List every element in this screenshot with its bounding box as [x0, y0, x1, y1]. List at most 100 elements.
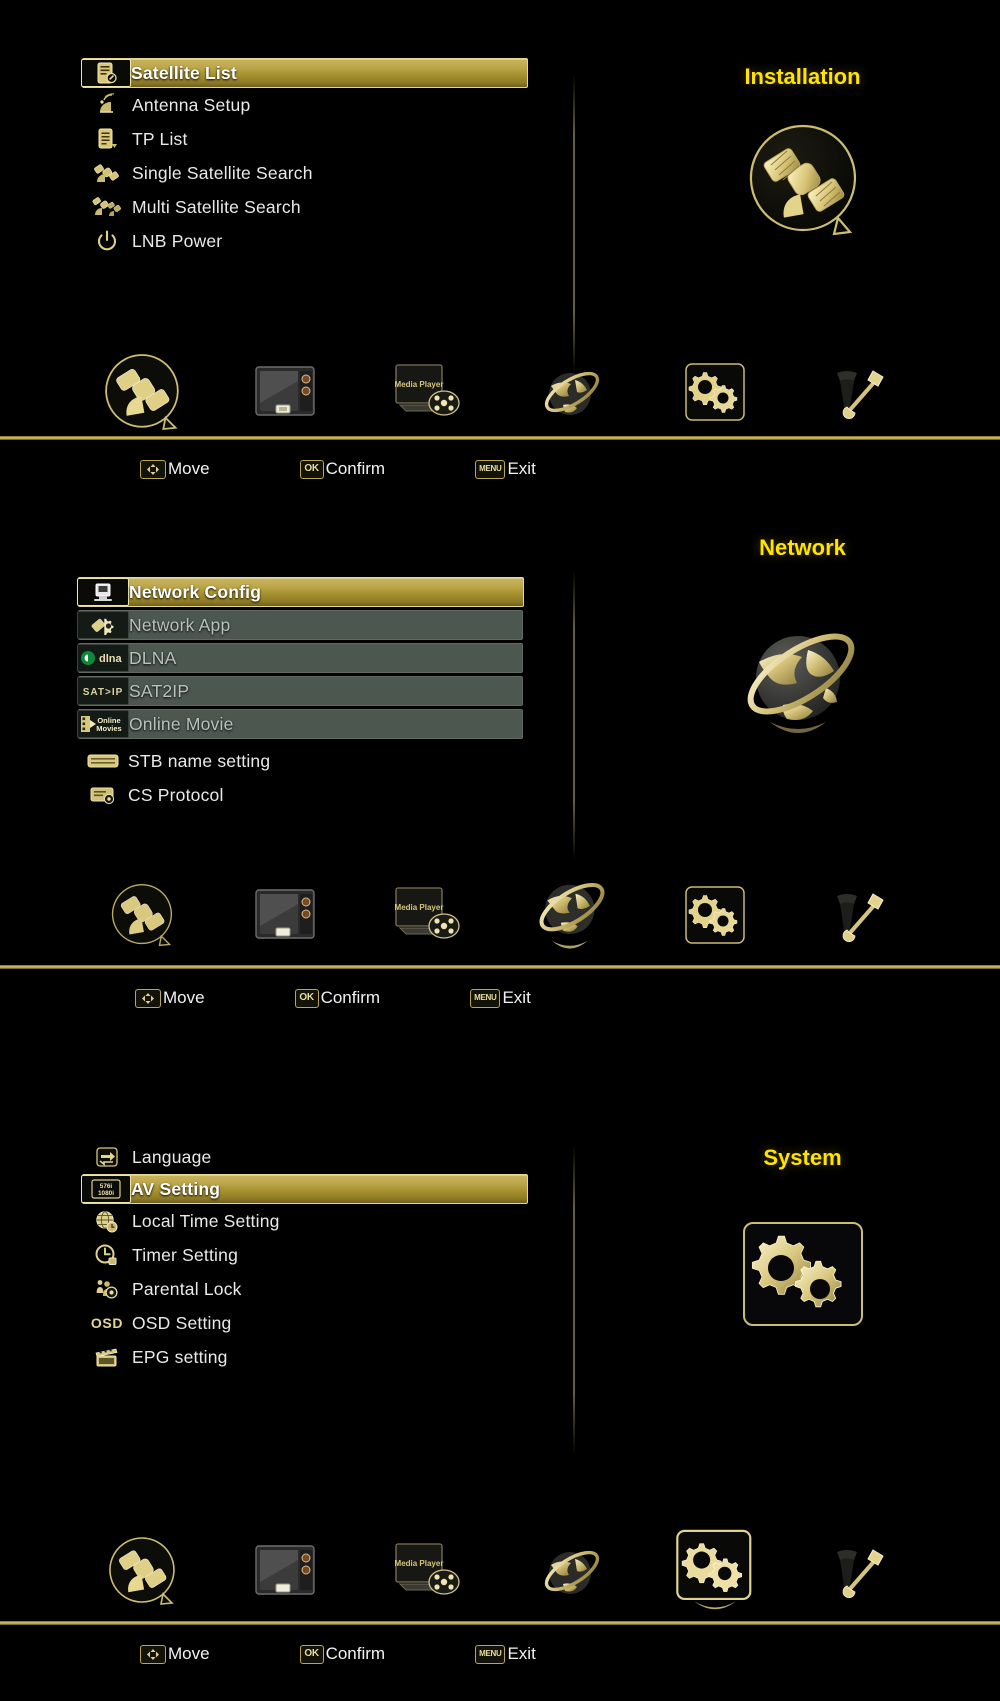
- svg-text:Media Player: Media Player: [395, 903, 444, 912]
- footer-hints: Move OK Confirm MENU Exit: [0, 1637, 1000, 1671]
- menu-item-label: Network App: [129, 614, 231, 635]
- menu-item-label: Multi Satellite Search: [132, 196, 301, 217]
- menu-item-local-time-setting[interactable]: Local Time Setting: [82, 1204, 527, 1238]
- menu-item-label: Parental Lock: [132, 1278, 242, 1299]
- bottom-toolbar: Media Player: [0, 348, 1000, 434]
- panel-divider: [573, 570, 575, 860]
- toolbar-item-media-player[interactable]: Media Player: [380, 873, 476, 957]
- toolbar-item-tools[interactable]: [810, 350, 906, 434]
- dpad-key-icon: [135, 988, 161, 1008]
- panel-title: Installation: [744, 64, 861, 89]
- menu-item-av-setting[interactable]: 576i 1080i AV Setting: [81, 1174, 528, 1204]
- hint-label: Exit: [507, 459, 536, 478]
- menu-item-multi-satellite-search[interactable]: Multi Satellite Search: [82, 190, 527, 224]
- menu-item-cs-protocol[interactable]: CS Protocol: [78, 778, 523, 812]
- menu-item-label: Online Movie: [129, 713, 234, 734]
- globe-orbit-icon: [605, 606, 1000, 741]
- menu-item-osd-setting[interactable]: OSD OSD Setting: [82, 1306, 527, 1340]
- local-time-icon: [82, 1208, 132, 1234]
- multi-satellite-icon: [82, 194, 132, 220]
- hint-exit[interactable]: MENU Exit: [475, 459, 536, 479]
- satellite-dish-icon: [605, 118, 1000, 248]
- footer-separator: [0, 436, 1000, 440]
- panel-title: Network: [759, 535, 846, 560]
- hint-move[interactable]: Move: [135, 988, 205, 1008]
- menu-item-parental-lock[interactable]: Parental Lock: [82, 1272, 527, 1306]
- menu-key-icon: MENU: [475, 1644, 506, 1664]
- toolbar-item-channel[interactable]: [237, 350, 333, 434]
- menu-item-stb-name-setting[interactable]: STB name setting: [78, 744, 523, 778]
- menu-item-network-config[interactable]: Network Config: [77, 577, 524, 607]
- ok-key-icon: OK: [294, 988, 319, 1008]
- menu-item-network-app[interactable]: Network App: [77, 610, 523, 640]
- installation-menu-list: Satellite List Antenna Setup TP List Sin…: [81, 58, 528, 258]
- toolbar-item-media-player[interactable]: Media Player: [380, 1529, 476, 1613]
- hint-move[interactable]: Move: [140, 459, 210, 479]
- footer-separator: [0, 965, 1000, 969]
- menu-item-tp-list[interactable]: TP List: [82, 122, 527, 156]
- menu-item-label: OSD Setting: [132, 1312, 232, 1333]
- menu-item-epg-setting[interactable]: EPG setting: [82, 1340, 527, 1374]
- ok-key-icon: OK: [299, 1644, 324, 1664]
- hint-move[interactable]: Move: [140, 1644, 210, 1664]
- menu-item-dlna[interactable]: dlna DLNA: [77, 643, 523, 673]
- hint-label: Move: [168, 459, 210, 478]
- toolbar-item-system[interactable]: [667, 873, 763, 957]
- toolbar-item-installation[interactable]: [94, 1529, 190, 1613]
- toolbar-item-installation[interactable]: [94, 873, 190, 957]
- sat2ip-icon: SAT>IP: [77, 677, 129, 705]
- menu-item-label: Language: [132, 1146, 212, 1167]
- single-satellite-icon: [82, 160, 132, 186]
- timer-icon: [82, 1242, 132, 1268]
- toolbar-item-tools[interactable]: [810, 1529, 906, 1613]
- menu-item-single-satellite-search[interactable]: Single Satellite Search: [82, 156, 527, 190]
- menu-item-online-movie[interactable]: Online Movies Online Movie: [77, 709, 523, 739]
- toolbar-item-network[interactable]: [524, 1529, 620, 1613]
- hint-confirm[interactable]: OK Confirm: [299, 1644, 385, 1664]
- ok-key-icon: OK: [299, 459, 324, 479]
- gears-icon: [605, 1221, 1000, 1327]
- menu-item-label: TP List: [132, 128, 188, 149]
- toolbar-item-system[interactable]: [667, 350, 763, 434]
- toolbar-item-channel[interactable]: [237, 873, 333, 957]
- svg-text:OSD: OSD: [91, 1315, 123, 1331]
- menu-item-sat2ip[interactable]: SAT>IP SAT2IP: [77, 676, 523, 706]
- hint-confirm[interactable]: OK Confirm: [294, 988, 380, 1008]
- footer-separator: [0, 1621, 1000, 1625]
- toolbar-item-system[interactable]: [661, 1524, 769, 1618]
- media-player-caption: Media Player: [395, 380, 444, 389]
- tp-list-icon: [82, 126, 132, 152]
- menu-key-icon: MENU: [475, 459, 506, 479]
- toolbar-item-network[interactable]: [518, 868, 626, 962]
- hint-exit[interactable]: MENU Exit: [475, 1644, 536, 1664]
- toolbar-item-network[interactable]: [524, 350, 620, 434]
- cs-protocol-icon: [78, 782, 128, 808]
- menu-item-antenna-setup[interactable]: Antenna Setup: [82, 88, 527, 122]
- svg-text:dlna: dlna: [99, 653, 122, 665]
- hint-confirm[interactable]: OK Confirm: [299, 459, 385, 479]
- panel-network: Network Config Network App dlna DLNA SAT…: [0, 520, 1000, 1045]
- toolbar-item-media-player[interactable]: Media Player: [380, 350, 476, 434]
- hint-label: Exit: [502, 988, 531, 1007]
- menu-item-lnb-power[interactable]: LNB Power: [82, 224, 527, 258]
- hint-exit[interactable]: MENU Exit: [470, 988, 531, 1008]
- footer-hints: Move OK Confirm MENU Exit: [0, 452, 1000, 486]
- menu-item-satellite-list[interactable]: Satellite List: [81, 58, 528, 88]
- toolbar-item-tools[interactable]: [810, 873, 906, 957]
- menu-item-label: EPG setting: [132, 1346, 228, 1367]
- toolbar-item-installation[interactable]: [88, 345, 196, 439]
- svg-text:576i: 576i: [100, 1183, 113, 1190]
- menu-item-language[interactable]: Language: [82, 1140, 527, 1174]
- ethernet-icon: [77, 578, 129, 606]
- menu-item-label: SAT2IP: [129, 680, 190, 701]
- panel-title: System: [763, 1145, 842, 1170]
- panel-divider: [573, 74, 575, 374]
- network-menu-list: Network Config Network App dlna DLNA SAT…: [77, 577, 524, 812]
- menu-item-label: LNB Power: [132, 230, 223, 251]
- hint-label: Move: [168, 1644, 210, 1663]
- menu-item-label: AV Setting: [131, 1178, 221, 1199]
- osd-icon: OSD: [82, 1310, 132, 1336]
- menu-item-timer-setting[interactable]: Timer Setting: [82, 1238, 527, 1272]
- toolbar-item-channel[interactable]: [237, 1529, 333, 1613]
- panel-system: Language 576i 1080i AV Setting Local Tim…: [0, 1045, 1000, 1701]
